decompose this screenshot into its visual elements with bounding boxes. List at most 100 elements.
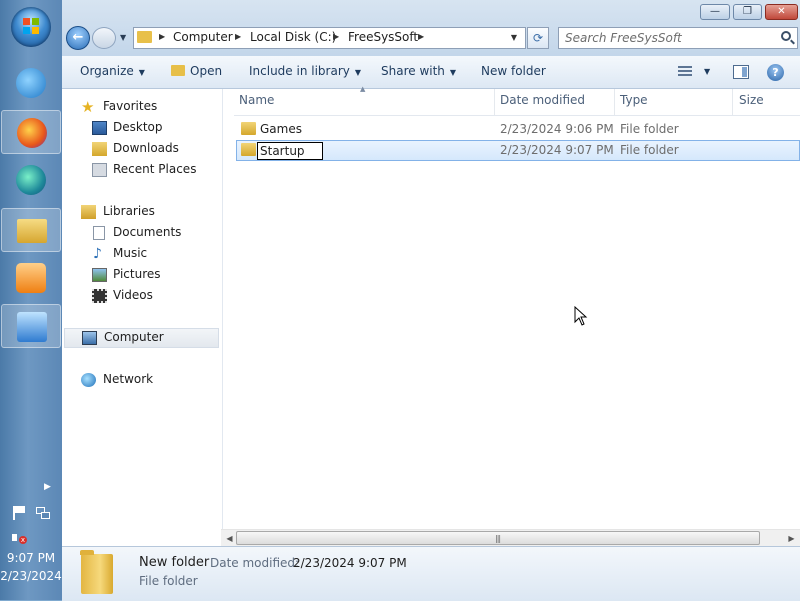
taskbar-media-player[interactable] — [1, 256, 61, 300]
close-button[interactable]: ✕ — [765, 4, 798, 20]
folder-icon — [241, 143, 256, 156]
back-button[interactable]: ← — [66, 26, 90, 50]
scroll-right-button[interactable]: ▶ — [783, 530, 800, 547]
search-input[interactable] — [565, 30, 765, 46]
breadcrumb-computer[interactable]: Computer — [173, 30, 233, 44]
chevron-down-icon: ▼ — [354, 68, 362, 77]
breadcrumb-local-disk[interactable]: Local Disk (C:) — [250, 30, 336, 44]
maximize-button[interactable]: ❐ — [733, 4, 762, 20]
file-name: Games — [260, 122, 302, 136]
chevron-down-icon: ▼ — [138, 68, 145, 77]
organize-button[interactable]: Organize ▼ — [80, 64, 145, 78]
column-name[interactable]: Name — [239, 93, 274, 107]
nav-downloads[interactable]: Downloads — [62, 139, 218, 159]
windows-logo-icon — [23, 18, 39, 34]
computer-icon — [82, 331, 97, 345]
nav-documents[interactable]: Documents — [62, 223, 218, 243]
chevron-right-icon[interactable]: ▶ — [418, 32, 424, 41]
include-in-library-button[interactable]: Include in library ▼ — [249, 64, 361, 78]
nav-desktop[interactable]: Desktop — [62, 118, 218, 138]
search-box[interactable] — [558, 27, 798, 49]
grip-icon: ||| — [495, 534, 501, 543]
recent-pages-dropdown[interactable]: ▼ — [120, 33, 126, 42]
breadcrumb-freesyssoft[interactable]: FreeSysSoft — [348, 30, 418, 44]
file-date: 2/23/2024 9:06 PM — [500, 122, 614, 136]
column-type[interactable]: Type — [620, 93, 648, 107]
taskbar-windows-explorer[interactable] — [1, 208, 61, 252]
column-divider[interactable] — [614, 89, 615, 115]
folder-icon — [241, 122, 256, 135]
details-date-value: 2/23/2024 9:07 PM — [293, 556, 407, 570]
title-bar: — ❐ ✕ ← ▼ ▶ Computer ▶ Local Disk (C:) ▶… — [62, 0, 800, 56]
recent-places-icon — [92, 163, 107, 177]
start-button[interactable] — [11, 7, 51, 47]
edge-icon — [16, 165, 46, 195]
column-divider[interactable] — [494, 89, 495, 115]
nav-pictures[interactable]: Pictures — [62, 265, 218, 285]
taskbar: ▶ x 9:07 PM 2/23/2024 — [0, 0, 63, 600]
change-view-icon[interactable] — [678, 66, 692, 78]
action-center-flag-icon[interactable] — [11, 505, 27, 521]
details-name: New folder — [139, 555, 210, 570]
mouse-cursor-icon — [574, 306, 588, 326]
folder-icon — [80, 550, 113, 594]
view-options-dropdown[interactable]: ▼ — [704, 67, 710, 76]
file-row-renaming[interactable]: Startup 2/23/2024 9:07 PM File folder — [236, 140, 800, 161]
column-size[interactable]: Size — [739, 93, 764, 107]
nav-videos[interactable]: Videos — [62, 286, 218, 306]
search-icon[interactable] — [781, 31, 791, 41]
show-hidden-icons-button[interactable]: ▶ — [44, 482, 51, 492]
clock-date[interactable]: 2/23/2024 — [0, 569, 62, 583]
taskbar-internet-explorer[interactable] — [1, 61, 61, 105]
open-button[interactable]: Open — [171, 64, 222, 78]
share-with-button[interactable]: Share with ▼ — [381, 64, 456, 78]
documents-icon — [93, 226, 105, 240]
media-player-icon — [16, 263, 46, 293]
navigation-pane: ★ Favorites Desktop Downloads Recent Pla… — [62, 89, 223, 544]
chevron-right-icon[interactable]: ▶ — [235, 32, 241, 41]
folder-icon — [137, 31, 152, 43]
pictures-icon — [92, 268, 107, 282]
minimize-button[interactable]: — — [700, 4, 730, 20]
videos-icon — [92, 289, 107, 303]
command-bar: Organize ▼ Open Include in library ▼ Share… — [62, 56, 800, 89]
help-icon[interactable]: ? — [767, 64, 784, 81]
volume-muted-icon[interactable]: x — [11, 530, 27, 546]
forward-button[interactable] — [92, 27, 116, 49]
downloads-folder-icon — [92, 142, 107, 156]
nav-libraries[interactable]: Libraries — [62, 202, 218, 222]
nav-network[interactable]: Network — [62, 370, 218, 390]
address-dropdown-icon[interactable]: ▼ — [511, 33, 517, 42]
new-folder-button[interactable]: New folder — [481, 64, 546, 78]
nav-music[interactable]: ♪ Music — [62, 244, 218, 264]
taskbar-firefox[interactable] — [1, 110, 61, 154]
address-bar[interactable]: ▶ Computer ▶ Local Disk (C:) ▶ FreeSysSo… — [133, 27, 526, 49]
open-folder-icon — [171, 65, 185, 76]
file-type: File folder — [620, 143, 679, 157]
horizontal-scrollbar[interactable]: ◀ ||| ▶ — [221, 529, 800, 547]
star-icon: ★ — [81, 98, 95, 116]
nav-recent-places[interactable]: Recent Places — [62, 160, 218, 180]
network-icon[interactable] — [35, 505, 51, 521]
back-arrow-icon: ← — [72, 30, 84, 45]
nav-computer[interactable]: Computer — [64, 328, 219, 348]
file-date: 2/23/2024 9:07 PM — [500, 143, 614, 157]
clock-time[interactable]: 9:07 PM — [0, 551, 62, 565]
chevron-right-icon[interactable]: ▶ — [333, 32, 339, 41]
file-row[interactable]: Games 2/23/2024 9:06 PM File folder — [236, 119, 800, 140]
preview-pane-icon[interactable] — [733, 65, 749, 79]
taskbar-edge[interactable] — [1, 158, 61, 202]
scrollbar-thumb[interactable]: ||| — [236, 531, 760, 545]
explorer-window: — ❐ ✕ ← ▼ ▶ Computer ▶ Local Disk (C:) ▶… — [62, 0, 800, 601]
column-divider[interactable] — [732, 89, 733, 115]
taskbar-control-panel[interactable] — [1, 304, 61, 348]
sort-ascending-icon: ▲ — [360, 85, 366, 93]
rename-input[interactable]: Startup — [257, 142, 323, 160]
desktop-icon — [92, 121, 107, 135]
chevron-right-icon[interactable]: ▶ — [159, 32, 165, 41]
column-date-modified[interactable]: Date modified — [500, 93, 585, 107]
nav-favorites[interactable]: ★ Favorites — [62, 97, 218, 117]
refresh-button[interactable]: ⟳ — [527, 27, 549, 49]
firefox-icon — [17, 118, 47, 148]
file-type: File folder — [620, 122, 679, 136]
